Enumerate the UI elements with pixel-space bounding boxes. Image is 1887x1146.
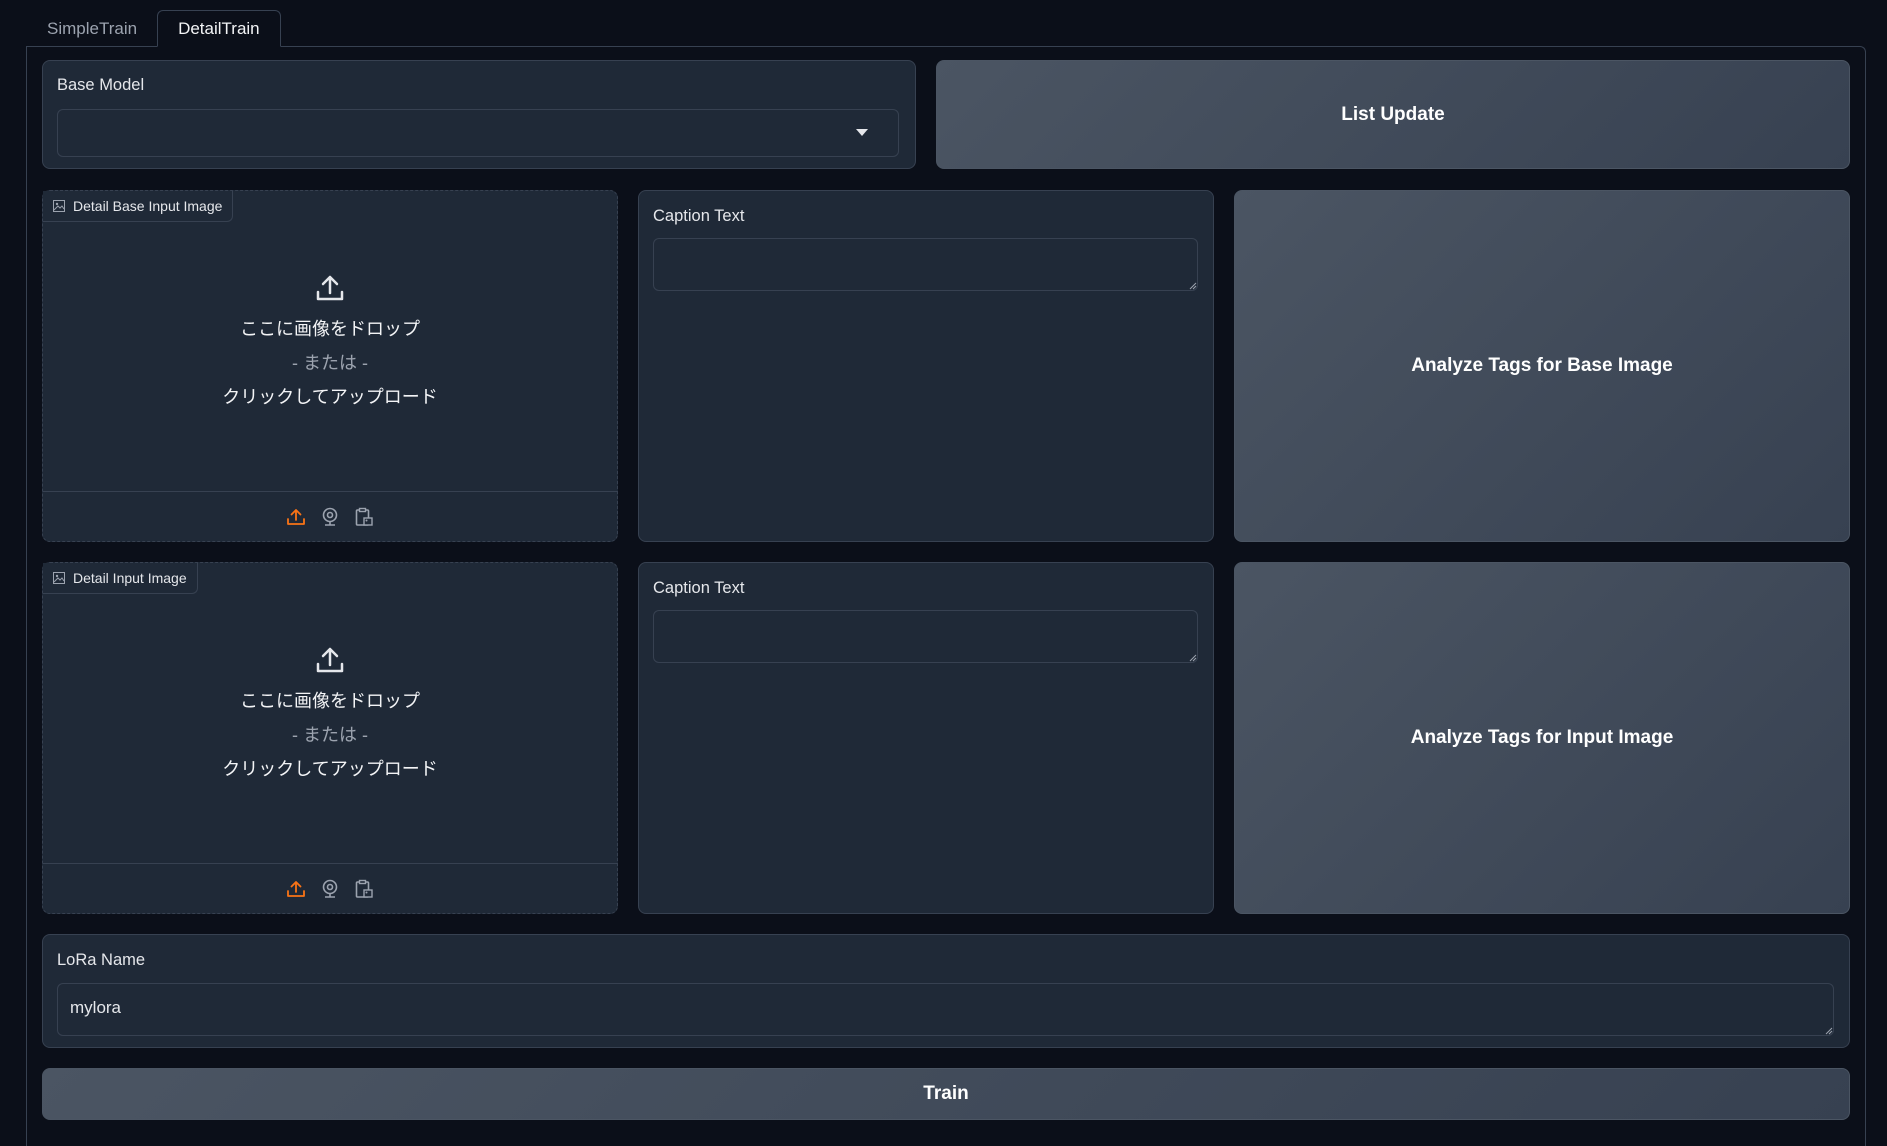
dropzone-text-drop: ここに画像をドロップ: [240, 319, 420, 339]
webcam-icon[interactable]: [320, 507, 340, 527]
base-model-block: Base Model: [42, 60, 916, 169]
chevron-down-icon: [856, 129, 868, 136]
input-caption-block: Caption Text: [638, 562, 1214, 914]
input-caption-textarea[interactable]: [653, 610, 1198, 663]
resize-handle-icon[interactable]: [1825, 1027, 1833, 1035]
base-image-dropzone[interactable]: ここに画像をドロップ - または - クリックしてアップロード: [43, 191, 617, 491]
base-model-label: Base Model: [57, 76, 145, 94]
analyze-base-button[interactable]: Analyze Tags for Base Image: [1234, 190, 1850, 542]
train-button[interactable]: Train: [42, 1068, 1850, 1120]
lora-name-label: LoRa Name: [57, 951, 146, 969]
base-image-upload: Detail Base Input Image ここに画像をドロップ - または…: [42, 190, 618, 542]
lora-name-block: LoRa Name mylora: [42, 934, 1850, 1048]
list-update-button[interactable]: List Update: [936, 60, 1850, 169]
base-caption-label: Caption Text: [653, 207, 745, 225]
upload-icon[interactable]: [286, 507, 306, 527]
upload-icon: [316, 647, 344, 673]
tab-detailtrain[interactable]: DetailTrain: [157, 10, 281, 47]
upload-icon: [316, 275, 344, 301]
tab-simpletrain[interactable]: SimpleTrain: [27, 10, 157, 47]
input-image-dropzone[interactable]: ここに画像をドロップ - または - クリックしてアップロード: [43, 563, 617, 863]
base-model-dropdown[interactable]: [57, 109, 899, 157]
dropzone-text-or: - または -: [292, 725, 368, 745]
resize-handle-icon[interactable]: [1189, 282, 1197, 290]
input-image-source-bar: [43, 863, 617, 913]
clipboard-icon[interactable]: [354, 879, 374, 899]
analyze-input-button[interactable]: Analyze Tags for Input Image: [1234, 562, 1850, 914]
dropzone-text-click: クリックしてアップロード: [222, 387, 438, 407]
webcam-icon[interactable]: [320, 879, 340, 899]
lora-name-input[interactable]: mylora: [57, 983, 1834, 1036]
upload-icon[interactable]: [286, 879, 306, 899]
base-caption-block: Caption Text: [638, 190, 1214, 542]
tab-bar: SimpleTrain DetailTrain: [27, 10, 281, 47]
input-image-upload: Detail Input Image ここに画像をドロップ - または - クリ…: [42, 562, 618, 914]
base-image-source-bar: [43, 491, 617, 541]
dropzone-text-drop: ここに画像をドロップ: [240, 691, 420, 711]
base-caption-textarea[interactable]: [653, 238, 1198, 291]
input-caption-label: Caption Text: [653, 579, 745, 597]
resize-handle-icon[interactable]: [1189, 654, 1197, 662]
clipboard-icon[interactable]: [354, 507, 374, 527]
dropzone-text-or: - または -: [292, 353, 368, 373]
dropzone-text-click: クリックしてアップロード: [222, 759, 438, 779]
